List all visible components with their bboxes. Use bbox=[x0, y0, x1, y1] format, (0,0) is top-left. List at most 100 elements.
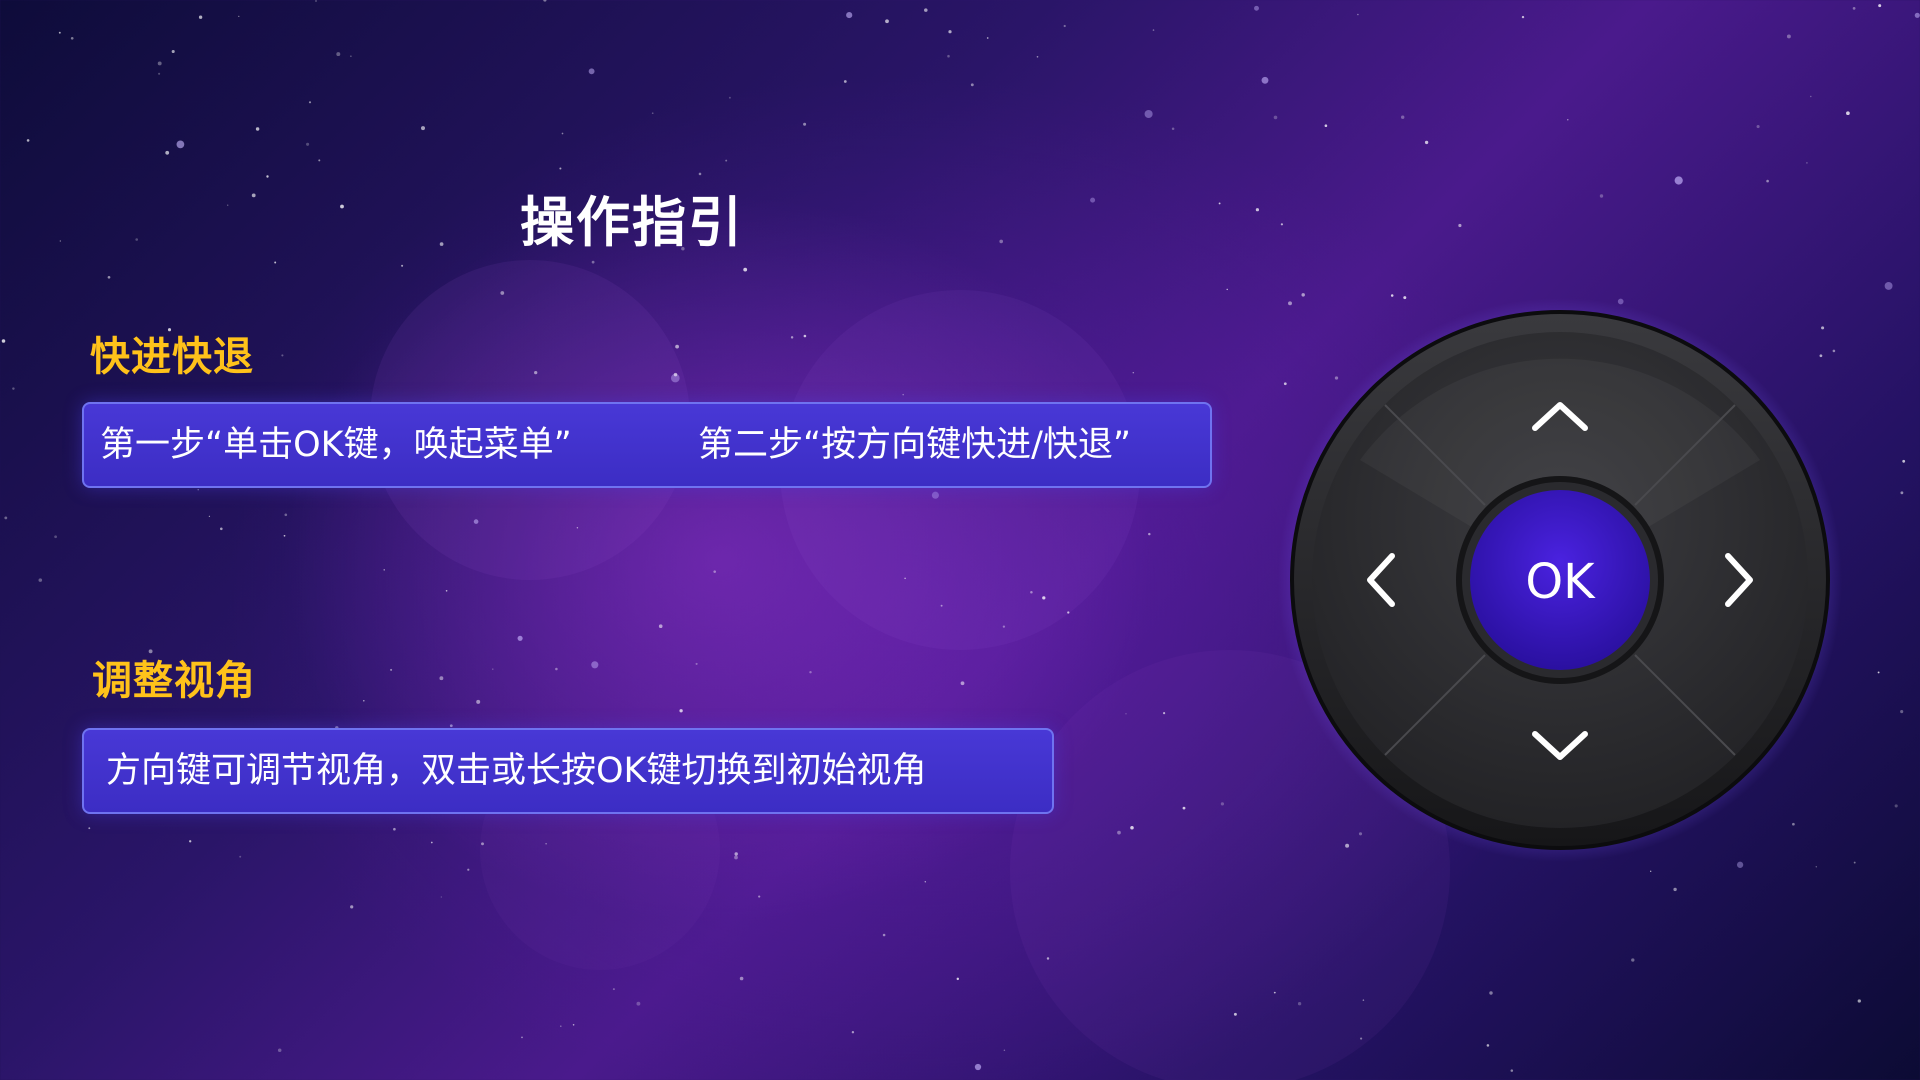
star-dot bbox=[208, 515, 211, 517]
ok-button[interactable]: OK bbox=[1456, 476, 1664, 684]
star-dot bbox=[591, 661, 599, 669]
star-dot bbox=[1458, 223, 1462, 228]
star-dot bbox=[846, 12, 853, 19]
star-dot bbox=[251, 193, 256, 198]
star-dot bbox=[1650, 870, 1652, 872]
star-dot bbox=[198, 15, 203, 19]
star-dot bbox=[157, 61, 162, 66]
star-dot bbox=[284, 513, 288, 517]
star-dot bbox=[38, 578, 43, 582]
star-dot bbox=[521, 1036, 523, 1039]
star-dot bbox=[481, 842, 484, 846]
star-dot bbox=[675, 344, 679, 349]
star-dot bbox=[439, 242, 444, 246]
star-dot bbox=[758, 895, 761, 898]
star-dot bbox=[588, 68, 595, 75]
star-dot bbox=[107, 275, 111, 279]
star-dot bbox=[393, 827, 396, 831]
star-dot bbox=[1756, 125, 1760, 129]
star-dot bbox=[315, 0, 317, 2]
star-dot bbox=[176, 140, 185, 149]
star-dot bbox=[1003, 1049, 1006, 1051]
star-dot bbox=[363, 699, 365, 702]
star-dot bbox=[1521, 15, 1525, 19]
view-angle-instructions-box: 方向键可调节视角，双击或长按OK键切换到初始视角 bbox=[82, 728, 1054, 814]
star-dot bbox=[1152, 29, 1155, 31]
star-dot bbox=[1599, 194, 1604, 198]
star-dot bbox=[1067, 611, 1070, 614]
star-dot bbox=[1220, 802, 1224, 806]
star-dot bbox=[158, 72, 161, 75]
star-dot bbox=[1489, 991, 1493, 995]
star-dot bbox=[612, 988, 615, 991]
star-dot bbox=[1914, 12, 1920, 18]
star-dot bbox=[430, 841, 433, 844]
star-dot bbox=[350, 55, 352, 57]
seek-step-two-text: 第二步“按方向键快进/快退” bbox=[698, 425, 1132, 465]
star-dot bbox=[803, 334, 807, 338]
star-dot bbox=[1273, 991, 1276, 994]
star-dot bbox=[1806, 162, 1808, 164]
star-dot bbox=[1226, 288, 1228, 291]
star-dot bbox=[999, 239, 1004, 244]
ok-button-label: OK bbox=[1525, 554, 1596, 610]
star-dot bbox=[1900, 710, 1904, 714]
section-title-view-angle: 调整视角 bbox=[92, 658, 256, 704]
star-dot bbox=[1144, 109, 1153, 119]
star-dot bbox=[809, 670, 812, 674]
star-dot bbox=[1261, 76, 1269, 84]
star-dot bbox=[239, 855, 242, 858]
star-dot bbox=[59, 240, 61, 242]
star-dot bbox=[1617, 298, 1624, 305]
star-dot bbox=[318, 159, 321, 162]
star-dot bbox=[651, 112, 654, 115]
star-dot bbox=[986, 37, 989, 39]
star-dot bbox=[728, 96, 731, 99]
star-dot bbox=[1884, 281, 1893, 290]
star-dot bbox=[658, 624, 663, 629]
star-dot bbox=[1902, 459, 1906, 463]
star-dot bbox=[1063, 24, 1066, 28]
star-dot bbox=[1766, 179, 1769, 183]
star-dot bbox=[843, 80, 847, 83]
star-dot bbox=[1130, 825, 1134, 830]
star-dot bbox=[277, 1048, 282, 1053]
star-dot bbox=[1002, 625, 1006, 628]
star-dot bbox=[283, 534, 286, 537]
star-dot bbox=[534, 370, 538, 375]
star-dot bbox=[713, 570, 716, 573]
star-dot bbox=[1403, 296, 1407, 300]
star-dot bbox=[1357, 13, 1359, 16]
star-dot bbox=[1900, 491, 1904, 495]
star-dot bbox=[572, 1024, 575, 1026]
star-dot bbox=[54, 535, 57, 539]
star-dot bbox=[1297, 1002, 1302, 1006]
star-dot bbox=[1894, 804, 1898, 808]
star-dot bbox=[1486, 1044, 1490, 1047]
star-dot bbox=[1030, 591, 1033, 594]
star-dot bbox=[561, 132, 564, 135]
star-dot bbox=[948, 30, 952, 34]
star-dot bbox=[383, 569, 385, 571]
star-dot bbox=[390, 668, 393, 671]
star-dot bbox=[1301, 293, 1305, 297]
star-dot bbox=[1401, 115, 1405, 119]
star-dot bbox=[517, 635, 523, 641]
star-dot bbox=[679, 709, 683, 713]
star-dot bbox=[58, 31, 61, 34]
star-dot bbox=[445, 589, 448, 592]
star-dot bbox=[1255, 208, 1259, 212]
star-dot bbox=[421, 126, 425, 131]
star-dot bbox=[698, 172, 702, 176]
star-dot bbox=[171, 49, 175, 54]
star-dot bbox=[591, 260, 595, 264]
star-dot bbox=[924, 881, 926, 883]
star-dot bbox=[636, 1001, 641, 1006]
star-dot bbox=[739, 976, 744, 981]
star-dot bbox=[970, 83, 974, 87]
star-dot bbox=[1233, 1012, 1237, 1016]
star-dot bbox=[227, 204, 229, 206]
star-dot bbox=[88, 827, 91, 830]
star-dot bbox=[1674, 176, 1683, 185]
star-dot bbox=[885, 19, 889, 24]
